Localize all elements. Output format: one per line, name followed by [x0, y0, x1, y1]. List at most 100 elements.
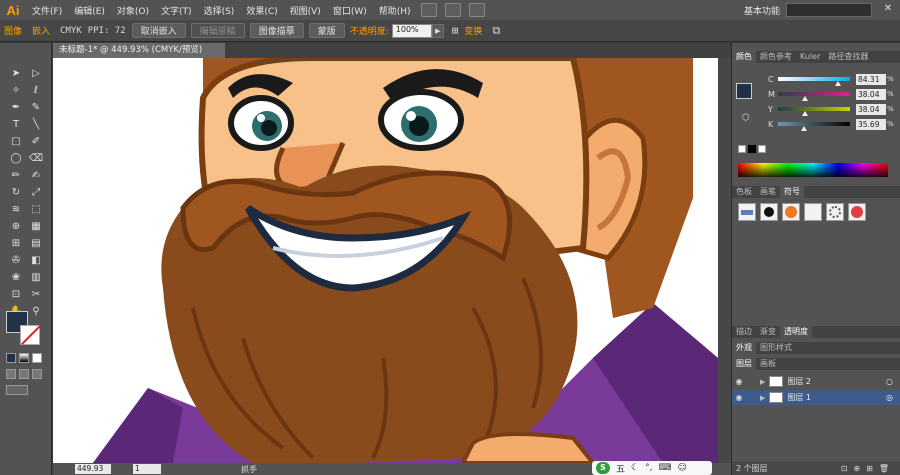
image-trace-button[interactable]: 图像描摹 — [249, 23, 304, 38]
slider-thumb[interactable] — [800, 126, 807, 131]
tab-color[interactable]: 颜色 — [732, 51, 756, 63]
menu-help[interactable]: 帮助(H) — [373, 4, 417, 17]
lasso-tool-icon[interactable]: ℓ — [26, 82, 46, 99]
artboard-tool-icon[interactable]: ⊡ — [6, 286, 26, 303]
column-graph-tool-icon[interactable]: ▥ — [26, 269, 46, 286]
search-input[interactable] — [786, 3, 872, 17]
out-of-gamut-icon[interactable]: ⬡ — [742, 113, 750, 123]
black-swatch[interactable] — [748, 145, 756, 153]
slider-c[interactable]: C 84.31% — [768, 73, 896, 86]
expand-arrow-icon[interactable]: ▶ — [760, 394, 765, 402]
visibility-eye-icon[interactable]: ◉ — [732, 393, 746, 402]
target-circle-icon[interactable]: ◎ — [886, 393, 893, 402]
visibility-eye-icon[interactable]: ◉ — [732, 377, 746, 386]
slider-value-field[interactable]: 38.04 — [856, 103, 886, 115]
width-tool-icon[interactable]: ≋ — [6, 201, 26, 218]
layer-row[interactable]: ◉ ▶ 图层 2 ○ — [732, 374, 900, 389]
draw-behind-icon[interactable] — [19, 369, 29, 379]
blend-tool-icon[interactable]: ◧ — [26, 252, 46, 269]
mesh-tool-icon[interactable]: ⊞ — [6, 235, 26, 252]
ellipse-tool-icon[interactable]: ◯ — [6, 150, 26, 167]
rotate-tool-icon[interactable]: ↻ — [6, 184, 26, 201]
pencil-tool-icon[interactable]: ✏ — [6, 167, 26, 184]
slider-m[interactable]: M 38.04% — [768, 88, 896, 101]
tab-artboards[interactable]: 画板 — [756, 358, 780, 370]
direct-selection-tool-icon[interactable]: ▷ — [26, 65, 46, 82]
menu-file[interactable]: 文件(F) — [26, 4, 68, 17]
tab-layers[interactable]: 图层 — [732, 358, 756, 370]
tab-symbols[interactable]: 符号 — [780, 186, 804, 198]
layer-name[interactable]: 图层 1 — [787, 392, 811, 403]
rectangle-tool-icon[interactable]: □ — [6, 133, 26, 150]
menu-window[interactable]: 窗口(W) — [327, 4, 373, 17]
selection-tool-icon[interactable]: ➤ — [6, 65, 26, 82]
curvature-tool-icon[interactable]: ✎ — [26, 99, 46, 116]
menu-effect[interactable]: 效果(C) — [240, 4, 283, 17]
draw-inside-icon[interactable] — [32, 369, 42, 379]
tab-brushes[interactable]: 画笔 — [756, 186, 780, 198]
zoom-tool-icon[interactable]: ⚲ — [26, 303, 46, 320]
layer-row-selected[interactable]: ◉ ▶ 图层 1 ◎ — [732, 390, 900, 405]
color-panel-fill-swatch[interactable] — [736, 83, 752, 99]
menu-object[interactable]: 对象(O) — [111, 4, 155, 17]
gradient-mode-icon[interactable] — [19, 353, 29, 363]
paintbrush-tool-icon[interactable]: ✐ — [26, 133, 46, 150]
eraser-tool-icon[interactable]: ⌫ — [26, 150, 46, 167]
artboard-canvas[interactable] — [53, 58, 718, 463]
align-icon[interactable]: ⊞ — [452, 24, 459, 37]
symbol-blue-banner[interactable] — [738, 203, 756, 221]
tab-stroke[interactable]: 描边 — [732, 326, 756, 338]
symbol-ink-splat[interactable] — [760, 203, 778, 221]
shape-builder-tool-icon[interactable]: ⊕ — [6, 218, 26, 235]
close-icon[interactable]: ✕ — [878, 3, 898, 17]
chevron-right-icon[interactable]: ▶ — [431, 23, 444, 38]
sogou-logo-icon[interactable]: S — [596, 462, 610, 474]
target-circle-icon[interactable]: ○ — [886, 377, 893, 386]
expand-arrow-icon[interactable]: ▶ — [760, 378, 765, 386]
none-swatch[interactable] — [738, 145, 746, 153]
slider-value-field[interactable]: 35.69 — [856, 118, 886, 130]
eyedropper-tool-icon[interactable]: ✇ — [6, 252, 26, 269]
ime-mode-label[interactable]: 五 — [616, 462, 625, 475]
stroke-color-swatch[interactable] — [20, 325, 40, 345]
slider-value-field[interactable]: 38.04 — [856, 88, 886, 100]
tab-kuler[interactable]: Kuler — [796, 51, 824, 63]
vertical-scrollbar[interactable] — [718, 58, 731, 463]
menu-view[interactable]: 视图(V) — [284, 4, 327, 17]
menu-edit[interactable]: 编辑(E) — [68, 4, 111, 17]
tab-transparency[interactable]: 透明度 — [780, 326, 812, 338]
workspace-switcher[interactable]: 基本功能 — [744, 4, 780, 17]
tab-color-guide[interactable]: 颜色参考 — [756, 51, 796, 63]
draw-normal-icon[interactable] — [6, 369, 16, 379]
pen-tool-icon[interactable]: ✒ — [6, 99, 26, 116]
tab-gradient[interactable]: 渐变 — [756, 326, 780, 338]
color-mode-icon[interactable] — [6, 353, 16, 363]
embedded-link[interactable]: 嵌入 — [32, 24, 50, 37]
slider-thumb[interactable] — [835, 81, 842, 86]
slice-tool-icon[interactable]: ✂ — [26, 286, 46, 303]
gradient-tool-icon[interactable]: ▤ — [26, 235, 46, 252]
slider-track[interactable] — [778, 122, 850, 131]
tab-appearance[interactable]: 外观 — [732, 342, 756, 354]
white-swatch[interactable] — [758, 145, 766, 153]
scale-tool-icon[interactable]: ⤢ — [26, 184, 46, 201]
user-icon[interactable]: ☺ — [677, 463, 686, 473]
slider-y[interactable]: Y 38.04% — [768, 103, 896, 116]
zoom-level-field[interactable]: 449.93 — [75, 464, 111, 474]
transform-link[interactable]: 变换 — [464, 24, 482, 37]
symbol-flower[interactable] — [848, 203, 866, 221]
free-transform-tool-icon[interactable]: ⬚ — [26, 201, 46, 218]
menu-select[interactable]: 选择(S) — [198, 4, 241, 17]
keyboard-icon[interactable]: ⌨ — [658, 463, 671, 473]
slider-thumb[interactable] — [802, 96, 809, 101]
type-tool-icon[interactable]: T — [6, 116, 26, 133]
slider-thumb[interactable] — [802, 111, 809, 116]
slider-k[interactable]: K 35.69% — [768, 118, 896, 131]
opacity-label[interactable]: 不透明度: — [350, 24, 389, 37]
line-tool-icon[interactable]: ╲ — [26, 116, 46, 133]
tab-graphic-styles[interactable]: 图形样式 — [756, 342, 796, 354]
grid-icon[interactable] — [468, 3, 485, 17]
opacity-input[interactable]: 100% — [391, 23, 432, 38]
screen-mode-icon[interactable] — [6, 385, 28, 395]
none-mode-icon[interactable] — [32, 353, 42, 363]
